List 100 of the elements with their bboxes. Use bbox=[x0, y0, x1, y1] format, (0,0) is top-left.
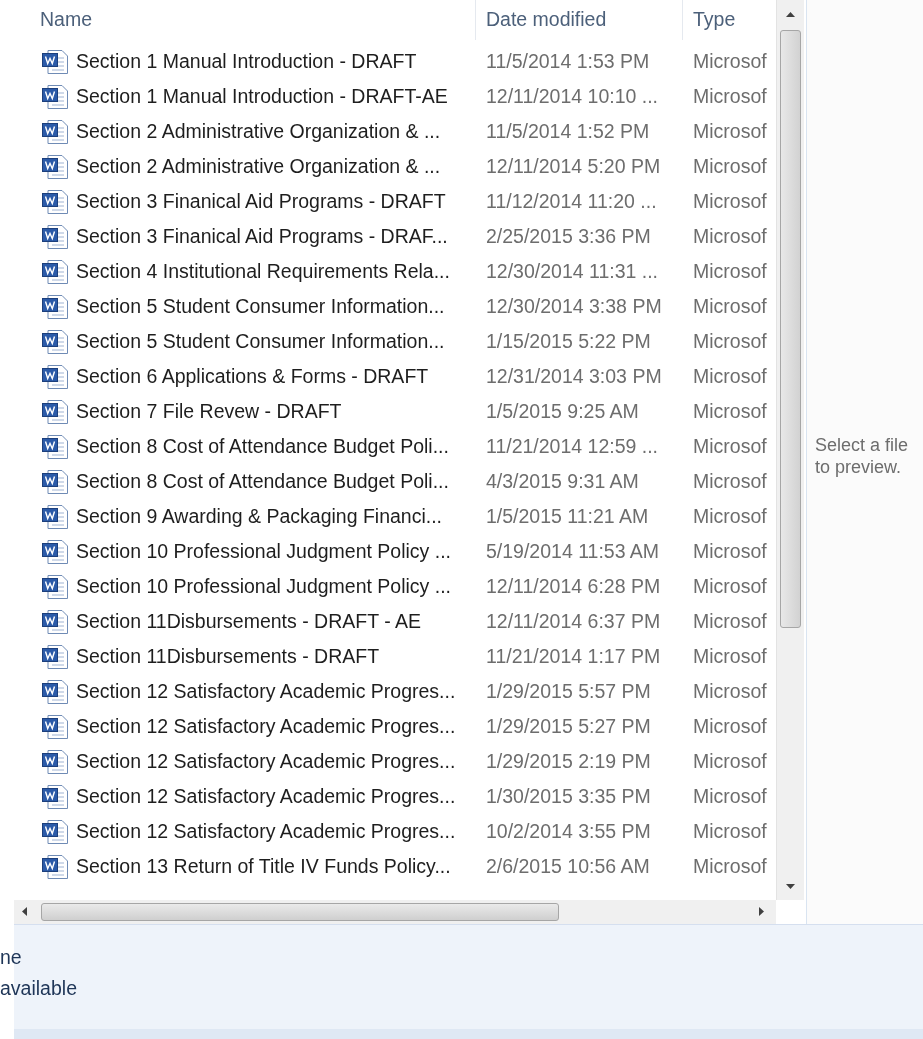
document-icon bbox=[41, 328, 69, 355]
scroll-thumb[interactable] bbox=[41, 903, 559, 921]
date-cell: 1/29/2015 5:57 PM bbox=[486, 679, 651, 702]
scroll-thumb[interactable] bbox=[780, 30, 801, 628]
file-name[interactable]: Section 11Disbursements - DRAFT bbox=[76, 641, 486, 672]
document-icon bbox=[41, 188, 69, 215]
scroll-down-icon[interactable] bbox=[786, 883, 795, 889]
type-cell: Microsof bbox=[693, 574, 767, 597]
file-name[interactable]: Section 13 Return of Title IV Funds Policy... bbox=[76, 851, 486, 882]
file-name[interactable]: Section 11Disbursements - DRAFT - AE bbox=[76, 606, 486, 637]
type-cell: Microsof bbox=[693, 119, 767, 142]
type-cell: Microsof bbox=[693, 189, 767, 212]
date-cell: 5/19/2014 11:53 AM bbox=[486, 539, 660, 562]
file-name[interactable]: Section 12 Satisfactory Academic Progres... bbox=[76, 781, 486, 812]
document-icon bbox=[41, 258, 69, 285]
file-name[interactable]: Section 10 Professional Judgment Policy ... bbox=[76, 571, 486, 602]
date-cell: 12/11/2014 6:37 PM bbox=[486, 609, 661, 632]
date-cell: 11/21/2014 1:17 PM bbox=[486, 644, 661, 667]
file-name[interactable]: Section 6 Applications & Forms - DRAFT bbox=[76, 361, 486, 392]
date-cell: 11/12/2014 11:20 ... bbox=[486, 189, 657, 212]
type-cell: Microsof bbox=[693, 609, 767, 632]
type-cell: Microsof bbox=[693, 294, 767, 317]
document-icon bbox=[41, 853, 69, 880]
document-icon bbox=[41, 538, 69, 565]
document-icon bbox=[41, 713, 69, 740]
file-name[interactable]: Section 5 Student Consumer Information... bbox=[76, 291, 486, 322]
type-cell: Microsof bbox=[693, 714, 767, 737]
column-header[interactable]: Name bbox=[40, 5, 93, 35]
date-cell: 2/6/2015 10:56 AM bbox=[486, 854, 650, 877]
date-cell: 1/5/2015 9:25 AM bbox=[486, 399, 639, 422]
document-icon bbox=[41, 573, 69, 600]
date-cell: 11/21/2014 12:59 ... bbox=[486, 434, 659, 457]
date-cell: 12/31/2014 3:03 PM bbox=[486, 364, 662, 387]
file-name[interactable]: Section 10 Professional Judgment Policy ... bbox=[76, 536, 486, 567]
file-name[interactable]: Section 7 File Revew - DRAFT bbox=[76, 396, 486, 427]
file-name[interactable]: Section 8 Cost of Attendance Budget Poli... bbox=[76, 466, 486, 497]
document-icon bbox=[41, 783, 69, 810]
document-icon bbox=[41, 433, 69, 460]
file-name[interactable]: Section 4 Institutional Requirements Rela... bbox=[76, 256, 486, 287]
document-icon bbox=[41, 48, 69, 75]
file-name[interactable]: Section 5 Student Consumer Information... bbox=[76, 326, 486, 357]
file-name[interactable]: Section 12 Satisfactory Academic Progres... bbox=[76, 816, 486, 847]
type-cell: Microsof bbox=[693, 819, 767, 842]
date-cell: 2/25/2015 3:36 PM bbox=[486, 224, 651, 247]
type-cell: Microsof bbox=[693, 854, 767, 877]
scroll-right-icon[interactable] bbox=[759, 907, 764, 916]
type-cell: Microsof bbox=[693, 434, 767, 457]
type-cell: Microsof bbox=[693, 84, 767, 107]
column-header[interactable]: Date modified bbox=[486, 5, 607, 35]
date-cell: 11/5/2014 1:52 PM bbox=[486, 119, 650, 142]
document-icon bbox=[41, 83, 69, 110]
file-name[interactable]: Section 12 Satisfactory Academic Progres... bbox=[76, 711, 486, 742]
file-name[interactable]: Section 1 Manual Introduction - DRAFT bbox=[76, 46, 486, 77]
file-name[interactable]: Section 3 Finanical Aid Programs - DRAF... bbox=[76, 221, 486, 252]
document-icon bbox=[41, 118, 69, 145]
document-icon bbox=[41, 468, 69, 495]
date-cell: 12/30/2014 11:31 ... bbox=[486, 259, 659, 282]
type-cell: Microsof bbox=[693, 644, 767, 667]
document-icon bbox=[41, 748, 69, 775]
document-icon bbox=[41, 153, 69, 180]
document-icon bbox=[41, 223, 69, 250]
type-cell: Microsof bbox=[693, 469, 767, 492]
scroll-up-icon[interactable] bbox=[786, 11, 795, 17]
type-cell: Microsof bbox=[693, 679, 767, 702]
document-icon bbox=[41, 363, 69, 390]
file-name[interactable]: Section 3 Finanical Aid Programs - DRAFT bbox=[76, 186, 486, 217]
date-cell: 1/29/2015 2:19 PM bbox=[486, 749, 651, 772]
file-name[interactable]: Section 1 Manual Introduction - DRAFT-AE bbox=[76, 81, 486, 112]
date-cell: 1/5/2015 11:21 AM bbox=[486, 504, 649, 527]
document-icon bbox=[41, 643, 69, 670]
date-cell: 1/29/2015 5:27 PM bbox=[486, 714, 651, 737]
horizontal-scrollbar[interactable] bbox=[14, 900, 776, 924]
date-cell: 12/11/2014 6:28 PM bbox=[486, 574, 661, 597]
file-name[interactable]: Section 8 Cost of Attendance Budget Poli... bbox=[76, 431, 486, 462]
date-cell: 10/2/2014 3:55 PM bbox=[486, 819, 651, 842]
document-icon bbox=[41, 608, 69, 635]
detail-text: ne bbox=[0, 945, 22, 970]
date-cell: 12/11/2014 5:20 PM bbox=[486, 154, 661, 177]
file-name[interactable]: Section 2 Administrative Organization & ... bbox=[76, 116, 486, 147]
file-name[interactable]: Section 12 Satisfactory Academic Progres... bbox=[76, 676, 486, 707]
vertical-scrollbar[interactable] bbox=[776, 0, 804, 900]
type-cell: Microsof bbox=[693, 329, 767, 352]
document-icon bbox=[41, 818, 69, 845]
type-cell: Microsof bbox=[693, 539, 767, 562]
type-cell: Microsof bbox=[693, 154, 767, 177]
type-cell: Microsof bbox=[693, 399, 767, 422]
column-header[interactable]: Type bbox=[693, 5, 736, 35]
file-name[interactable]: Section 2 Administrative Organization & ... bbox=[76, 151, 486, 182]
type-cell: Microsof bbox=[693, 259, 767, 282]
document-icon bbox=[41, 678, 69, 705]
file-name[interactable]: Section 9 Awarding & Packaging Financi... bbox=[76, 501, 486, 532]
date-cell: 12/30/2014 3:38 PM bbox=[486, 294, 662, 317]
date-cell: 1/15/2015 5:22 PM bbox=[486, 329, 651, 352]
type-cell: Microsof bbox=[693, 784, 767, 807]
date-cell: 4/3/2015 9:31 AM bbox=[486, 469, 639, 492]
scroll-left-icon[interactable] bbox=[22, 907, 27, 916]
type-cell: Microsof bbox=[693, 224, 767, 247]
date-cell: 12/11/2014 10:10 ... bbox=[486, 84, 659, 107]
type-cell: Microsof bbox=[693, 504, 767, 527]
file-name[interactable]: Section 12 Satisfactory Academic Progres... bbox=[76, 746, 486, 777]
